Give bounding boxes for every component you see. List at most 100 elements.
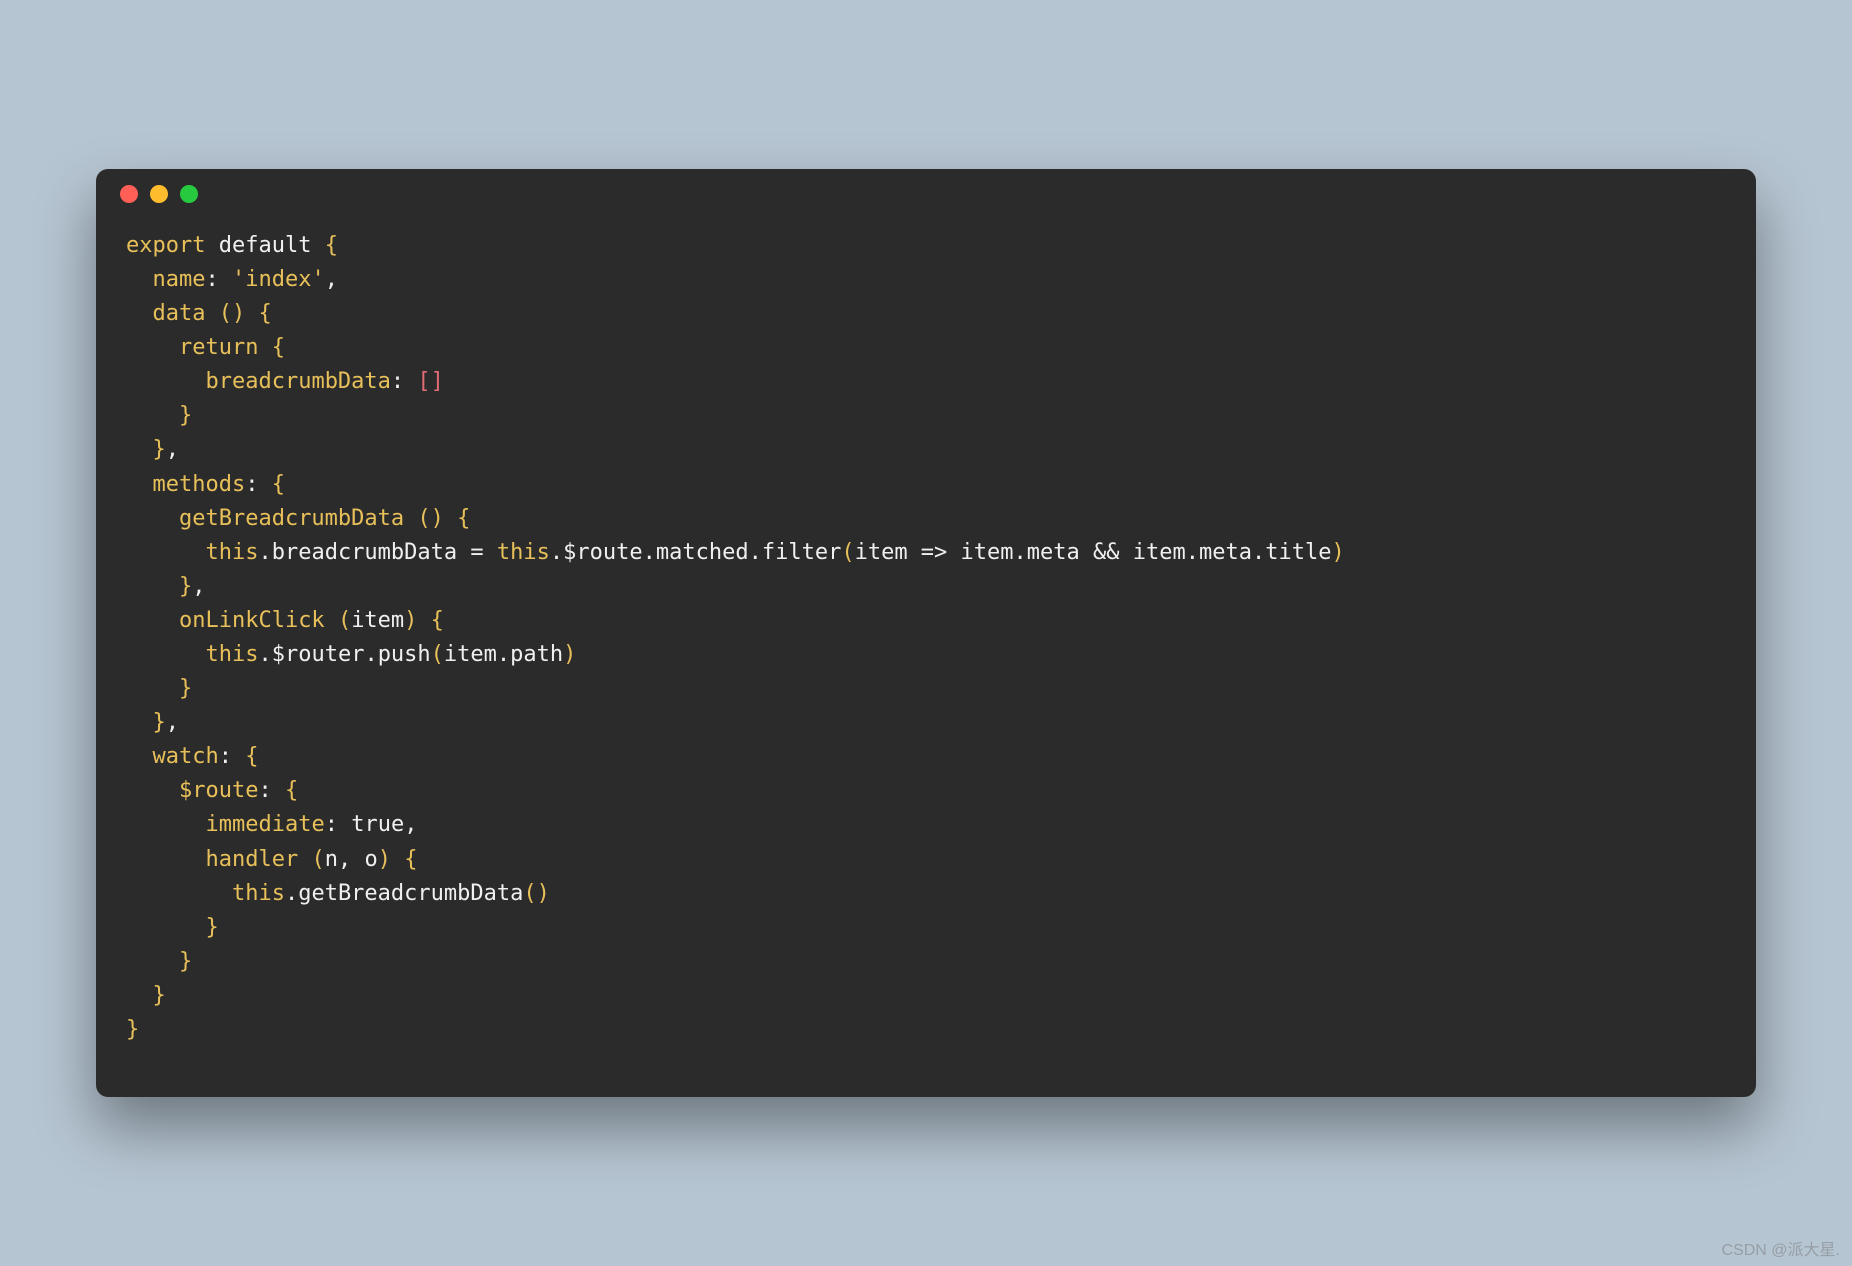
code-token: methods [153, 472, 246, 497]
code-token [417, 608, 430, 633]
code-token: ] [431, 369, 444, 394]
code-token: this [497, 540, 550, 565]
code-token: { [258, 301, 271, 326]
code-token: } [179, 949, 192, 974]
code-token: getBreadcrumbData [179, 506, 404, 531]
code-token: { [245, 744, 258, 769]
code-token: path [510, 642, 563, 667]
code-token [219, 267, 232, 292]
code-token: , [325, 267, 338, 292]
code-token: . [1014, 540, 1027, 565]
code-token [232, 744, 245, 769]
code-token: name [153, 267, 206, 292]
maximize-icon[interactable] [180, 185, 198, 203]
code-token: return [179, 335, 258, 360]
code-token [126, 915, 205, 940]
code-token: breadcrumbData [205, 369, 390, 394]
code-window: export default { name: 'index', data () … [96, 169, 1756, 1097]
code-token [245, 301, 258, 326]
code-token [126, 540, 205, 565]
code-token: breadcrumbData [272, 540, 457, 565]
code-token: ) [378, 847, 391, 872]
code-token: { [325, 233, 338, 258]
code-token: o [364, 847, 377, 872]
code-token: . [643, 540, 656, 565]
code-token: item [444, 642, 497, 667]
code-token: ( [311, 847, 324, 872]
code-token: : [391, 369, 404, 394]
code-token [126, 267, 153, 292]
code-token: true [351, 812, 404, 837]
minimize-icon[interactable] [150, 185, 168, 203]
code-token: } [126, 1017, 139, 1042]
code-token: ) [404, 608, 417, 633]
code-token: { [431, 608, 444, 633]
code-token: , [166, 437, 179, 462]
code-token [272, 778, 285, 803]
code-token [126, 335, 179, 360]
code-token: } [153, 983, 166, 1008]
code-token [205, 233, 218, 258]
code-token: ) [1331, 540, 1344, 565]
code-token: item [351, 608, 404, 633]
code-token [404, 369, 417, 394]
code-token: this [205, 642, 258, 667]
code-token: $router [272, 642, 365, 667]
code-token: . [285, 881, 298, 906]
code-token: ( [523, 881, 536, 906]
code-token [126, 369, 205, 394]
code-token: , [338, 847, 351, 872]
code-token: . [497, 642, 510, 667]
code-token [126, 676, 179, 701]
code-token: ( [841, 540, 854, 565]
code-token [126, 437, 153, 462]
code-token: : [258, 778, 271, 803]
code-token: matched [656, 540, 749, 565]
code-token: { [272, 335, 285, 360]
code-token: ( [417, 506, 430, 531]
code-token [126, 642, 205, 667]
code-token [258, 335, 271, 360]
code-token [351, 847, 364, 872]
code-token [126, 506, 179, 531]
code-token: : [219, 744, 232, 769]
code-token: . [1186, 540, 1199, 565]
code-token: data [153, 301, 206, 326]
code-token: ( [431, 642, 444, 667]
code-token: . [550, 540, 563, 565]
code-token: } [179, 574, 192, 599]
code-token [404, 506, 417, 531]
code-token: immediate [205, 812, 324, 837]
code-token [126, 403, 179, 428]
code-token: ) [537, 881, 550, 906]
code-token: ) [232, 301, 245, 326]
code-token [126, 983, 153, 1008]
code-token: . [258, 540, 271, 565]
code-token [126, 574, 179, 599]
code-token: push [378, 642, 431, 667]
code-token [126, 301, 153, 326]
code-token: handler [205, 847, 298, 872]
close-icon[interactable] [120, 185, 138, 203]
code-token: ( [219, 301, 232, 326]
code-token: title [1265, 540, 1331, 565]
code-token [126, 881, 232, 906]
code-token: : [205, 267, 218, 292]
code-token [126, 710, 153, 735]
code-content: export default { name: 'index', data () … [96, 219, 1756, 1097]
code-token [338, 812, 351, 837]
code-token: } [153, 710, 166, 735]
code-token: n [325, 847, 338, 872]
code-token: this [205, 540, 258, 565]
code-token: this [232, 881, 285, 906]
window-titlebar [96, 169, 1756, 219]
code-token: ( [338, 608, 351, 633]
code-token: && [1080, 540, 1133, 565]
code-token: , [192, 574, 205, 599]
code-token: } [179, 403, 192, 428]
code-token [126, 744, 153, 769]
code-token: { [285, 778, 298, 803]
code-token [444, 506, 457, 531]
code-token [126, 847, 205, 872]
code-token: meta [1199, 540, 1252, 565]
